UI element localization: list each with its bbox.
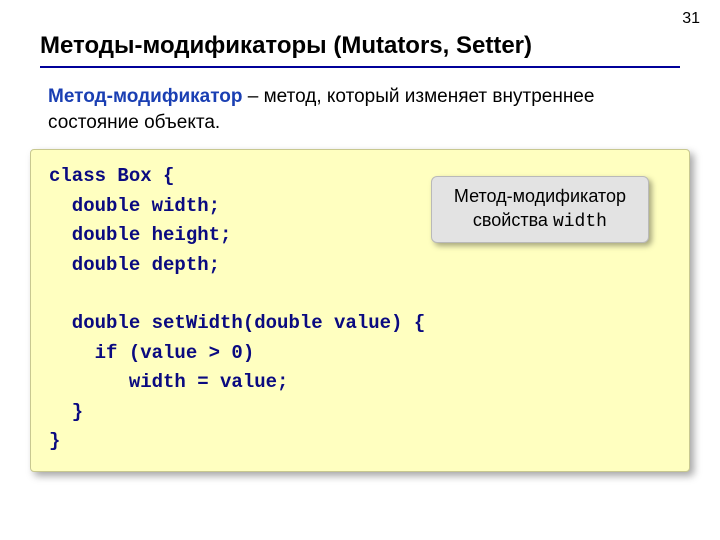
callout-line2: свойства width [454,209,626,234]
slide-title: Методы-модификаторы (Mutators, Setter) [0,0,720,66]
definition-term: Метод-модификатор [48,86,243,107]
definition-text: Метод-модификатор – метод, который измен… [0,84,720,149]
callout-box: Метод-модификатор свойства width [431,176,649,243]
callout-line1: Метод-модификатор [454,185,626,208]
code-block: class Box { double width; double height;… [30,149,690,471]
page-number: 31 [682,10,700,28]
callout-line2-prefix: свойства [473,210,553,230]
callout-line2-mono: width [553,212,607,232]
title-underline [40,66,680,68]
